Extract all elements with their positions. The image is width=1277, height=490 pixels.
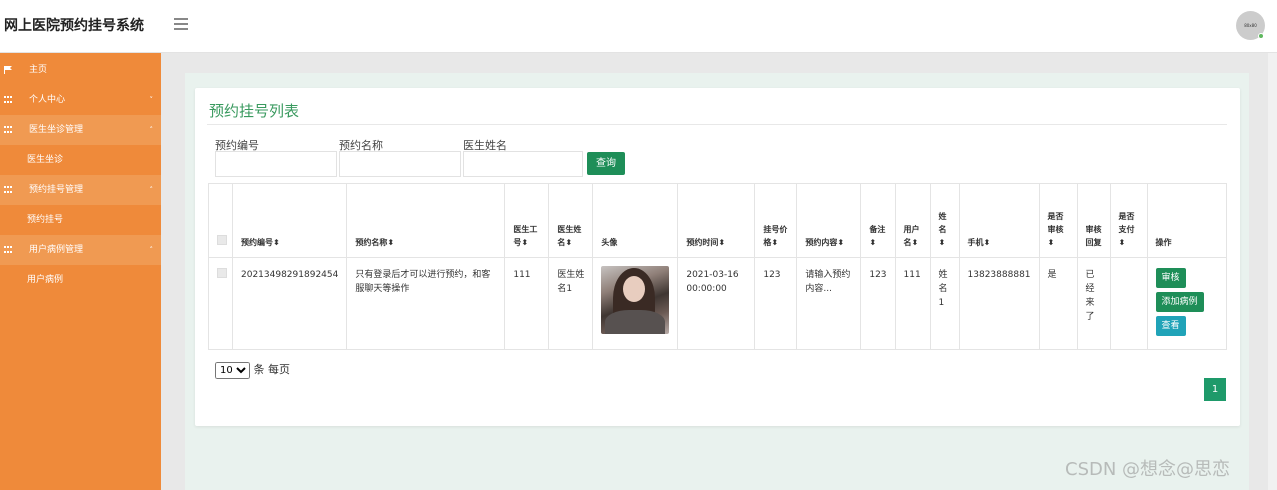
menu-toggle-icon[interactable]: [174, 18, 188, 30]
watermark: CSDN @想念@思恋: [1065, 459, 1231, 480]
flag-icon: [4, 66, 12, 74]
pagination-page-1[interactable]: 1: [1204, 378, 1226, 401]
appointment-name-input[interactable]: [339, 151, 461, 177]
doctor-avatar-image: [601, 266, 670, 334]
sidebar-item-label: 个人中心: [29, 95, 66, 105]
row-checkbox[interactable]: [217, 268, 227, 278]
cell-paid: [1109, 257, 1148, 350]
col-header-doc-name[interactable]: 医生姓名⬍: [548, 183, 594, 258]
cell-remark: 123: [860, 257, 896, 350]
main-content: 预约挂号列表 预约编号 预约名称 医生姓名 查询 预约编号⬍ 预约名称⬍ 医生工…: [161, 53, 1268, 490]
chevron-up-icon: ˄: [149, 126, 154, 134]
sidebar-item-label: 主页: [29, 65, 48, 75]
col-header-audited[interactable]: 是否审核⬍: [1038, 183, 1078, 258]
col-header-doc-no[interactable]: 医生工号⬍: [504, 183, 550, 258]
sidebar-item-label: 预约挂号管理: [29, 185, 84, 195]
cell-actions: 审核 添加病例 查看: [1146, 257, 1228, 350]
avatar-text: 80x80: [1244, 23, 1257, 28]
cell-doc-name: 医生姓名1: [548, 257, 594, 350]
page-size-control: 10 条 每页: [215, 361, 290, 379]
cell-phone: 13823888881: [958, 257, 1040, 350]
col-header-id[interactable]: 预约编号⬍: [231, 183, 348, 258]
app-title: 网上医院预约挂号系统: [4, 18, 144, 34]
content-background: 预约挂号列表 预约编号 预约名称 医生姓名 查询 预约编号⬍ 预约名称⬍ 医生工…: [185, 73, 1249, 490]
col-header-avatar: 头像: [592, 183, 679, 258]
sidebar: 主页 个人中心 ˅ 医生坐诊管理 ˄ 医生坐诊 预约挂号管理 ˄ 预约挂号 用户…: [0, 53, 161, 490]
cell-price: 123: [754, 257, 798, 350]
cell-content: 请输入预约内容...: [796, 257, 862, 350]
sidebar-item-personal-center[interactable]: 个人中心 ˅: [0, 85, 161, 115]
add-case-button[interactable]: 添加病例: [1155, 292, 1204, 312]
col-header-content[interactable]: 预约内容⬍: [796, 183, 862, 258]
cell-name: 只有登录后才可以进行预约，和客服聊天等操作: [346, 257, 506, 350]
search-button[interactable]: 查询: [587, 152, 625, 175]
cell-id: 20213498291892454: [231, 257, 348, 350]
top-bar: 网上医院预约挂号系统 80x80: [0, 0, 1277, 53]
sidebar-item-doctor-schedule-mgmt[interactable]: 医生坐诊管理 ˄: [0, 115, 161, 145]
grid-icon: [4, 246, 12, 254]
divider: [207, 124, 1227, 125]
table-header-row: 预约编号⬍ 预约名称⬍ 医生工号⬍ 医生姓名⬍ 头像 预约时间⬍ 挂号价格⬍ 预…: [208, 183, 1228, 258]
appointment-table: 预约编号⬍ 预约名称⬍ 医生工号⬍ 医生姓名⬍ 头像 预约时间⬍ 挂号价格⬍ 预…: [208, 183, 1228, 350]
col-header-paid[interactable]: 是否支付⬍: [1109, 183, 1148, 258]
col-header-price[interactable]: 挂号价格⬍: [754, 183, 798, 258]
chevron-up-icon: ˄: [149, 186, 154, 194]
grid-icon: [4, 126, 12, 134]
cell-avatar: [592, 257, 679, 350]
select-all-checkbox[interactable]: [217, 235, 227, 245]
sidebar-item-user-case-mgmt[interactable]: 用户病例管理 ˄: [0, 235, 161, 265]
sidebar-item-label: 医生坐诊管理: [29, 125, 84, 135]
page-title: 预约挂号列表: [209, 102, 300, 120]
table-row: 20213498291892454 只有登录后才可以进行预约，和客服聊天等操作 …: [208, 257, 1228, 350]
chevron-down-icon: ˅: [149, 96, 154, 104]
online-status-dot: [1258, 33, 1264, 39]
sidebar-subitem-user-case[interactable]: 用户病例: [0, 265, 161, 295]
col-header-realname[interactable]: 姓名⬍: [929, 183, 960, 258]
scrollbar[interactable]: [1268, 53, 1277, 490]
cell-realname: 姓名1: [929, 257, 960, 350]
cell-time: 2021-03-16 00:00:00: [677, 257, 756, 350]
col-header-time[interactable]: 预约时间⬍: [677, 183, 756, 258]
cell-audited: 是: [1038, 257, 1078, 350]
col-header-username[interactable]: 用户名⬍: [894, 183, 931, 258]
appointment-id-input[interactable]: [215, 151, 337, 177]
chevron-up-icon: ˄: [149, 246, 154, 254]
sidebar-item-label: 用户病例管理: [29, 245, 84, 255]
list-card: 预约挂号列表 预约编号 预约名称 医生姓名 查询 预约编号⬍ 预约名称⬍ 医生工…: [195, 88, 1240, 426]
doctor-name-input[interactable]: [463, 151, 583, 177]
view-button[interactable]: 查看: [1155, 316, 1186, 336]
col-header-reply: 审核回复: [1076, 183, 1111, 258]
col-header-remark[interactable]: 备注⬍: [860, 183, 896, 258]
sidebar-subitem-doctor-schedule[interactable]: 医生坐诊: [0, 145, 161, 175]
cell-username: 111: [894, 257, 931, 350]
per-page-label: 条 每页: [253, 363, 291, 376]
grid-icon: [4, 96, 12, 104]
avatar[interactable]: 80x80: [1236, 11, 1265, 40]
col-header-phone[interactable]: 手机⬍: [958, 183, 1040, 258]
sidebar-item-appointment-mgmt[interactable]: 预约挂号管理 ˄: [0, 175, 161, 205]
cell-doc-no: 111: [504, 257, 550, 350]
grid-icon: [4, 186, 12, 194]
audit-button[interactable]: 审核: [1155, 268, 1186, 288]
page-size-select[interactable]: 10: [215, 362, 250, 379]
col-header-name[interactable]: 预约名称⬍: [346, 183, 506, 258]
cell-reply: 已经来了: [1076, 257, 1111, 350]
sidebar-subitem-appointment[interactable]: 预约挂号: [0, 205, 161, 235]
sidebar-item-home[interactable]: 主页: [0, 55, 161, 85]
col-header-actions: 操作: [1146, 183, 1228, 258]
